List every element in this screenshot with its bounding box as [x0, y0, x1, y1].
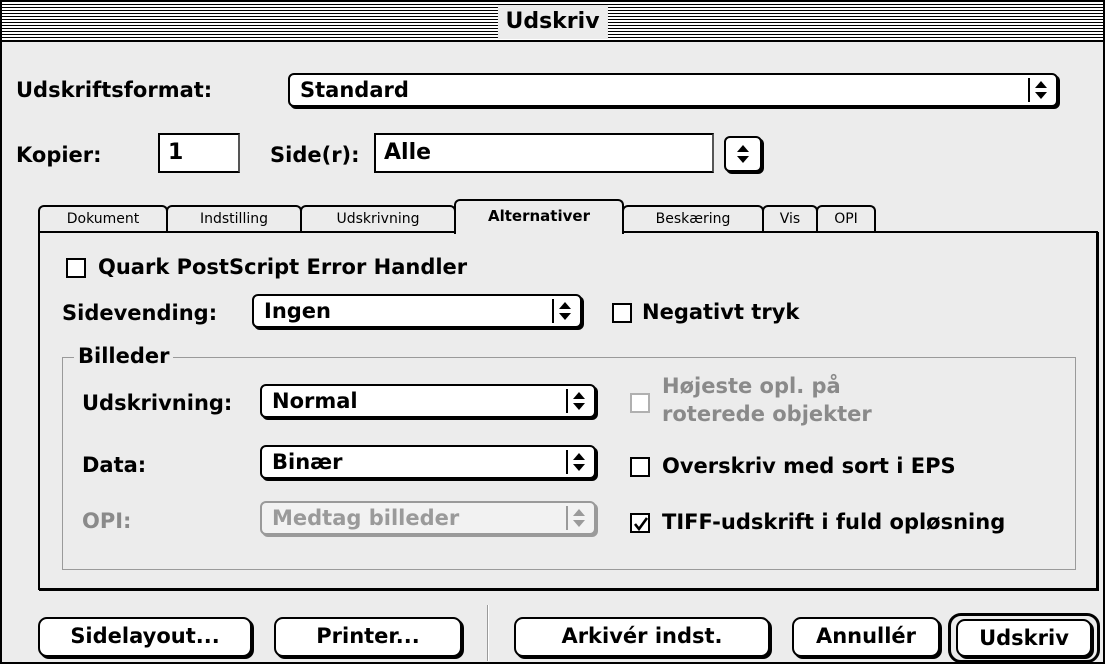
- format-value: Standard: [300, 78, 409, 102]
- data-label: Data:: [82, 453, 147, 477]
- pages-label: Side(r):: [270, 143, 360, 167]
- popup-arrows-icon: [566, 389, 588, 413]
- pages-field[interactable]: Alle: [374, 133, 714, 173]
- copies-value: 1: [168, 140, 184, 165]
- popup-arrows-icon: [566, 450, 588, 474]
- overprint-checkbox[interactable]: [630, 457, 650, 477]
- tiff-checkbox[interactable]: [630, 513, 650, 533]
- tab-udskrivning[interactable]: Udskrivning: [300, 205, 456, 232]
- rotated-label-line2: roterede objekter: [662, 402, 872, 426]
- page-setup-button[interactable]: Sidelayout...: [38, 617, 252, 657]
- output-label: Udskrivning:: [82, 391, 233, 415]
- images-group-title: Billeder: [74, 342, 174, 370]
- window-title: Udskriv: [497, 5, 608, 39]
- rotated-label-line1: Højeste opl. på: [662, 374, 841, 398]
- overprint-label: Overskriv med sort i EPS: [662, 454, 956, 478]
- copies-field[interactable]: 1: [158, 133, 240, 173]
- popup-arrows-icon: [737, 145, 749, 163]
- data-value: Binær: [272, 450, 343, 474]
- tiff-label: TIFF-udskrift i fuld opløsning: [662, 510, 1006, 534]
- format-popup[interactable]: Standard: [288, 73, 1058, 107]
- negative-label: Negativt tryk: [642, 300, 800, 324]
- flip-label: Sidevending:: [62, 301, 218, 325]
- button-separator: [487, 605, 489, 661]
- output-value: Normal: [272, 389, 358, 413]
- opi-value: Medtag billeder: [272, 506, 460, 530]
- tab-beskaering[interactable]: Beskæring: [622, 205, 764, 232]
- format-label: Udskriftsformat:: [16, 78, 213, 102]
- error-handler-checkbox[interactable]: [66, 258, 86, 278]
- pages-popup-button[interactable]: [724, 136, 762, 172]
- tab-alternativer[interactable]: Alternativer: [454, 199, 624, 234]
- printer-button[interactable]: Printer...: [274, 617, 462, 657]
- rotated-checkbox: [630, 393, 650, 413]
- cancel-button[interactable]: Annullér: [792, 617, 940, 657]
- tab-indstilling[interactable]: Indstilling: [166, 205, 302, 232]
- save-settings-button[interactable]: Arkivér indst.: [514, 617, 770, 657]
- popup-arrows-icon: [1028, 78, 1050, 102]
- tab-opi[interactable]: OPI: [816, 205, 876, 232]
- output-popup[interactable]: Normal: [260, 384, 596, 418]
- negative-checkbox[interactable]: [612, 303, 632, 323]
- flip-popup[interactable]: Ingen: [252, 294, 582, 328]
- popup-arrows-icon: [566, 506, 588, 530]
- tab-dokument[interactable]: Dokument: [38, 205, 168, 232]
- pages-value: Alle: [384, 140, 432, 165]
- tab-vis[interactable]: Vis: [762, 205, 818, 232]
- title-bar[interactable]: Udskriv: [2, 2, 1103, 42]
- data-popup[interactable]: Binær: [260, 445, 596, 479]
- print-button[interactable]: Udskriv: [956, 619, 1092, 657]
- checkmark-icon: [633, 517, 649, 532]
- opi-popup: Medtag billeder: [260, 501, 596, 535]
- error-handler-label: Quark PostScript Error Handler: [98, 255, 468, 279]
- print-dialog: Udskriv Udskriftsformat: Standard Kopier…: [0, 0, 1105, 664]
- copies-label: Kopier:: [16, 143, 102, 167]
- opi-label: OPI:: [82, 509, 132, 533]
- flip-value: Ingen: [264, 299, 331, 323]
- popup-arrows-icon: [552, 299, 574, 323]
